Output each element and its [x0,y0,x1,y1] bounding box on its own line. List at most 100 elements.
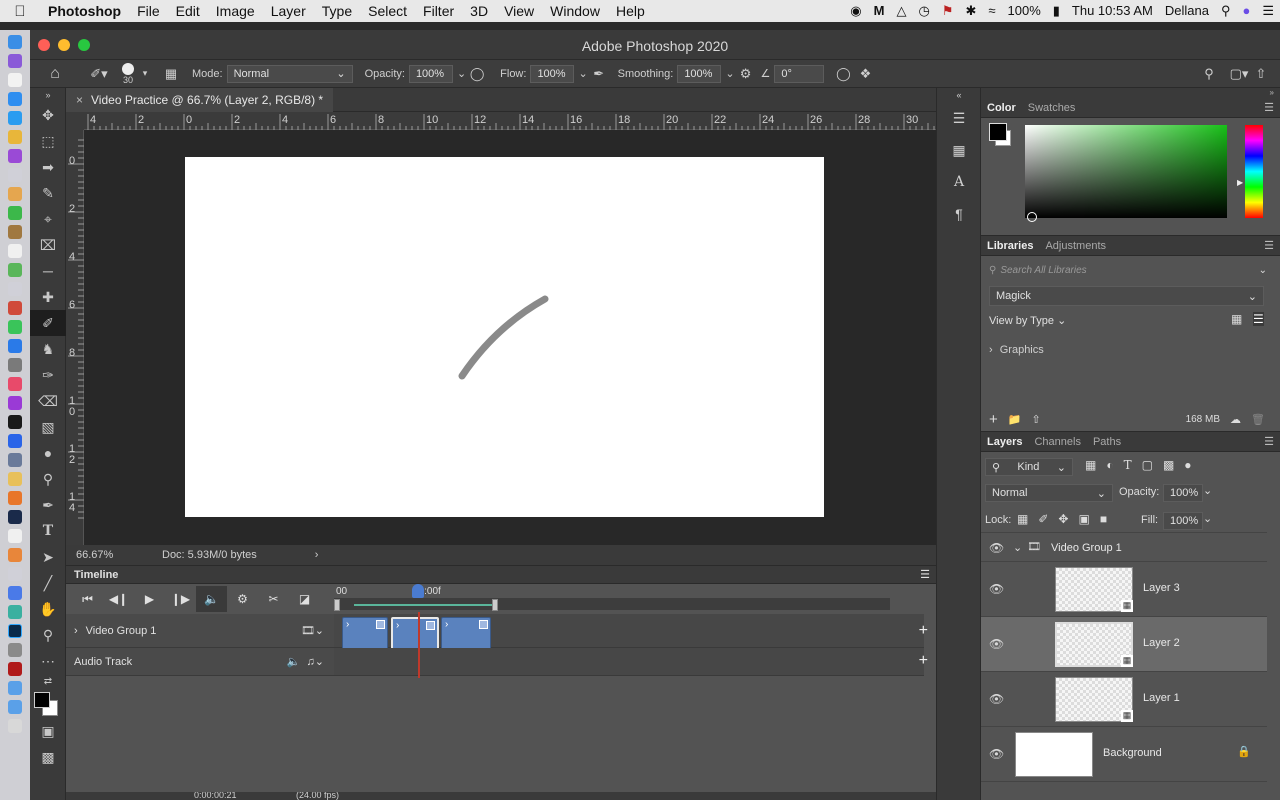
timeline-title[interactable]: Timeline [74,569,118,581]
dock-folder-icon[interactable] [8,681,22,695]
apple-menu-icon[interactable]:  [0,3,40,20]
lock-artboard-icon[interactable]: ▣ [1078,512,1089,526]
audio-speaker-icon[interactable]: 🔈 [287,655,301,668]
dock-siri-icon[interactable] [8,54,22,68]
time-machine-icon[interactable]: ◷ [912,0,935,22]
timeline-menu-icon[interactable]: ☰ [920,568,930,581]
dodge-tool-icon[interactable]: ⚲ [30,466,66,492]
dock-ubar-icon[interactable] [8,491,22,505]
strip-collapse-icon[interactable]: « [937,88,981,102]
dock-podcasts-icon[interactable] [8,396,22,410]
dock-trash-icon[interactable] [8,719,22,733]
user-name[interactable]: Dellana [1159,0,1215,22]
menu-app-name[interactable]: Photoshop [40,0,129,22]
brush-size-picker[interactable]: 30 [122,62,134,85]
playback-settings-gear-icon[interactable]: ⚙ [227,586,258,612]
add-video-track-plus-icon[interactable]: + [919,622,928,640]
blur-tool-icon[interactable]: ● [30,440,66,466]
foreground-color-swatch[interactable] [34,692,50,708]
flow-dropdown-icon[interactable]: ⌄ [578,67,587,80]
hue-slider[interactable] [1245,125,1263,218]
line-tool-icon[interactable]: ╱ [30,570,66,596]
move-tool-icon[interactable]: ✥ [30,102,66,128]
brush-tool-icon[interactable]: ✐ [30,310,66,336]
dock-preview-icon[interactable] [8,472,22,486]
layer-row-layer-3[interactable]: 👁 ▦ Layer 3 [981,562,1267,617]
work-area-start-handle[interactable] [334,599,340,611]
library-search[interactable]: ⚲ Search All Libraries ⌄ [985,260,1267,280]
dock-notes-icon[interactable] [8,225,22,239]
pen-tool-icon[interactable]: ✒ [30,492,66,518]
screen-mode-icon[interactable]: ▩ [30,744,66,770]
work-area-end-handle[interactable] [492,599,498,611]
menu-filter[interactable]: Filter [415,0,462,22]
add-library-plus-icon[interactable]: + [989,411,998,428]
dock-help-icon[interactable] [8,168,22,182]
audio-mute-icon[interactable]: 🔈 [196,586,227,612]
color-field[interactable] [1025,125,1227,218]
battery-icon[interactable]: ▮ [1047,0,1066,22]
dock-steam-icon[interactable] [8,510,22,524]
angle-input[interactable]: 0° [774,64,825,83]
dock-maps-icon[interactable] [8,263,22,277]
search-dropdown-icon[interactable]: ⌄ [1259,265,1267,276]
timeline-ruler[interactable]: 00 01:00f [334,584,924,614]
dock-preferences-icon[interactable] [8,643,22,657]
visibility-eye-icon[interactable]: 👁 [989,582,1004,596]
symmetry-butterfly-icon[interactable]: ❖ [854,63,876,85]
brush-picker-dropdown-icon[interactable]: ▾ [134,63,156,85]
dock-photoshop-icon[interactable] [8,624,22,638]
dock-tv-icon[interactable] [8,415,22,429]
brush-settings-icon[interactable]: ▦ [160,63,182,85]
layer-row-background[interactable]: 👁 Background 🔒 [981,727,1267,782]
tab-channels[interactable]: Channels [1028,432,1086,452]
document-tab[interactable]: × Video Practice @ 66.7% (Layer 2, RGB/8… [66,87,334,112]
dock-tasks-icon[interactable] [8,149,22,163]
clone-stamp-tool-icon[interactable]: ♞ [30,336,66,362]
dock-folder2-icon[interactable] [8,700,22,714]
audio-track-header[interactable]: Audio Track 🔈 ♫⌄ [66,648,334,676]
workspace-icon[interactable]: ▢▾ [1228,63,1250,85]
video-group-track-header[interactable]: › Video Group 1 🎞⌄ [66,614,334,648]
dock-launchpad-icon[interactable] [8,453,22,467]
tab-color[interactable]: Color [981,98,1022,118]
share-icon[interactable]: ⇧ [1250,63,1272,85]
flow-input[interactable]: 100% [530,64,575,83]
spotlight-search-icon[interactable]: ⚲ [1215,0,1237,22]
add-audio-music-icon[interactable]: ♫⌄ [307,655,324,668]
wifi-icon[interactable]: ≈ [982,0,1001,22]
clip-end-marker-icon[interactable] [376,620,385,629]
siri-icon[interactable]: ● [1236,0,1256,22]
dock-maps2-icon[interactable] [8,605,22,619]
play-icon[interactable]: ▶ [134,586,165,612]
split-at-playhead-scissors-icon[interactable]: ✂ [258,586,289,612]
layer-row-layer-2[interactable]: 👁 ▦ Layer 2 [981,617,1267,672]
close-tab-icon[interactable]: × [76,93,83,107]
add-audio-track-plus-icon[interactable]: + [919,652,928,670]
dock-music-icon[interactable] [8,377,22,391]
dock-photobooth-icon[interactable] [8,301,22,315]
smoothing-dropdown-icon[interactable]: ⌄ [725,67,734,80]
crop-tool-icon[interactable]: ⌖ [30,206,66,232]
dock-finder-icon[interactable] [8,35,22,49]
transition-icon[interactable]: ◪ [289,586,320,612]
graphics-section[interactable]: › Graphics [989,344,1044,356]
fill-input[interactable]: 100% [1163,512,1203,530]
work-area-range[interactable] [354,604,492,606]
home-icon[interactable]: ⌂ [44,63,66,85]
menu-3d[interactable]: 3D [462,0,496,22]
go-to-first-frame-icon[interactable]: ⏮ [72,586,103,612]
opacity-dropdown-icon[interactable]: ⌄ [457,67,466,80]
tab-swatches[interactable]: Swatches [1022,98,1082,118]
visibility-eye-icon[interactable]: 👁 [989,692,1004,706]
playhead-line[interactable] [418,612,420,678]
lock-transparent-icon[interactable]: ▦ [1017,512,1028,526]
dock-calendar-icon[interactable] [8,73,22,87]
layer-group-row[interactable]: 👁 ⌄ 🎞 Video Group 1 [981,532,1267,562]
layer-filter-kind[interactable]: ⚲ Kind ⌄ [985,458,1073,476]
document-canvas[interactable] [185,157,824,517]
filter-shape-icon[interactable]: ▢ [1142,458,1153,472]
panel-collapse-icon[interactable]: » [30,88,66,102]
menu-help[interactable]: Help [608,0,653,22]
lock-icon[interactable]: 🔒 [1237,745,1251,758]
